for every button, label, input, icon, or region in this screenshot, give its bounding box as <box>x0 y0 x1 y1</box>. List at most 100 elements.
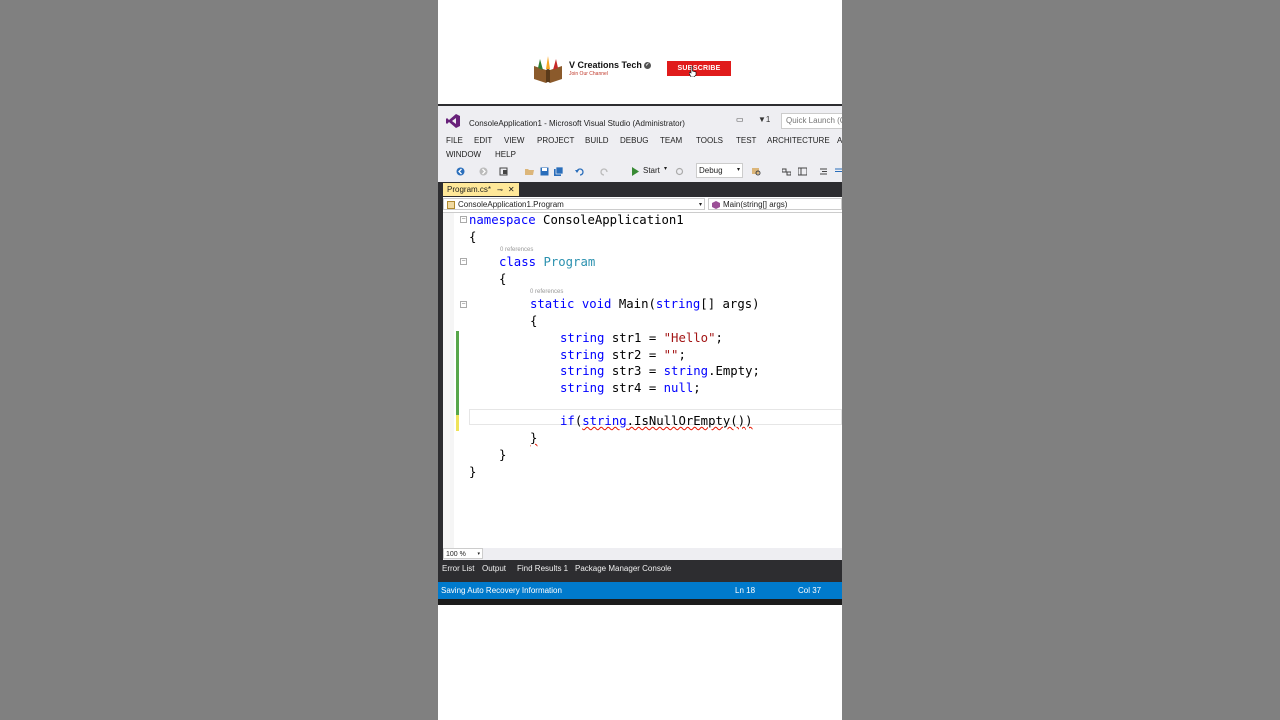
comment-out-icon[interactable] <box>819 167 828 176</box>
code-text[interactable]: namespace ConsoleApplication1 { 0 refere… <box>469 213 842 548</box>
status-bar: Saving Auto Recovery Information Ln 18 C… <box>438 582 842 599</box>
start-button[interactable]: Start <box>643 166 660 175</box>
menu-file[interactable]: FILE <box>446 136 463 145</box>
start-debugging-icon[interactable] <box>631 167 640 176</box>
code-editor[interactable]: − − − namespace ConsoleApplication1 { 0 … <box>443 213 842 548</box>
menu-help[interactable]: HELP <box>495 150 516 159</box>
keyword: string <box>560 348 605 362</box>
keyword: string <box>663 364 709 378</box>
configuration-value: Debug <box>699 166 723 175</box>
string-literal: "Hello" <box>663 331 716 345</box>
menu-test[interactable]: TEST <box>736 136 756 145</box>
back-icon[interactable] <box>456 167 465 176</box>
redo-icon[interactable] <box>600 167 609 176</box>
tab-find-results[interactable]: Find Results 1 <box>517 564 568 573</box>
quick-launch-input[interactable]: Quick Launch (Ctrl+Q) <box>781 113 842 129</box>
punctuation: ; <box>693 381 701 395</box>
code-line: { <box>499 272 507 286</box>
notifications-icon[interactable]: ▭ <box>736 115 744 124</box>
identifier: str2 = <box>604 348 664 362</box>
keyword: string <box>655 297 701 311</box>
start-dropdown-icon[interactable]: ▾ <box>664 165 667 172</box>
code-line: string str3 = string.Empty; <box>560 364 760 378</box>
new-project-icon[interactable] <box>499 167 508 176</box>
navigation-bar: ConsoleApplication1.Program ▾ Main(strin… <box>443 197 842 213</box>
channel-name: V Creations Tech ✓ <box>569 60 651 70</box>
chevron-down-icon: ▾ <box>736 167 740 173</box>
subscribe-button[interactable]: SUBSCRIBE <box>667 61 731 76</box>
identifier: str3 = <box>604 364 664 378</box>
tab-program-cs[interactable]: Program.cs* ⊸ ✕ <box>443 183 519 196</box>
feedback-filter[interactable]: ▼1 <box>758 115 770 124</box>
menu-window[interactable]: WINDOW <box>446 150 481 159</box>
menu-architecture[interactable]: ARCHITECTURE <box>767 136 830 145</box>
menu-build[interactable]: BUILD <box>585 136 609 145</box>
editor-zoom-bar: 100 % ▾ <box>443 548 842 560</box>
menu-debug[interactable]: DEBUG <box>620 136 648 145</box>
member-access: .Empty; <box>708 364 760 378</box>
keyword: namespace <box>469 213 536 227</box>
code-line: { <box>530 314 538 328</box>
tab-label: Program.cs* <box>447 185 492 194</box>
tab-error-list[interactable]: Error List <box>442 564 474 573</box>
error-squiggle: } <box>530 431 538 445</box>
keyword: string <box>560 381 605 395</box>
video-frame: V Creations Tech ✓ Join Our Channel SUBSC… <box>438 0 842 720</box>
tab-package-manager-console[interactable]: Package Manager Console <box>575 564 672 573</box>
code-line: { <box>469 230 477 244</box>
visual-studio-window: ConsoleApplication1 - Microsoft Visual S… <box>438 104 842 605</box>
type-value: ConsoleApplication1.Program <box>458 200 564 209</box>
menu-analyze[interactable]: A <box>837 136 842 145</box>
keyword: string <box>582 414 627 428</box>
saved-changes-marker <box>456 331 459 415</box>
zoom-value: 100 % <box>446 551 466 558</box>
close-icon[interactable]: ✕ <box>508 185 515 194</box>
tab-output[interactable]: Output <box>482 564 506 573</box>
uncomment-icon[interactable] <box>834 167 842 176</box>
identifier: str1 = <box>604 331 664 345</box>
menu-edit[interactable]: EDIT <box>474 136 492 145</box>
save-icon[interactable] <box>540 167 549 176</box>
keyword: class <box>499 255 537 269</box>
pin-icon[interactable]: ⊸ <box>497 187 503 194</box>
keyword: static <box>530 297 575 311</box>
filter-icon: ▼ <box>758 115 766 124</box>
keyword: string <box>560 364 605 378</box>
properties-icon[interactable] <box>798 167 807 176</box>
visual-studio-logo-icon <box>446 114 460 128</box>
undo-icon[interactable] <box>575 167 584 176</box>
method-icon <box>712 201 720 209</box>
collapse-namespace-icon[interactable]: − <box>460 216 467 223</box>
solution-configuration-select[interactable]: Debug ▾ <box>696 163 743 178</box>
collapse-method-icon[interactable]: − <box>460 301 467 308</box>
forward-icon[interactable] <box>479 167 488 176</box>
refresh-icon[interactable] <box>675 167 684 176</box>
member-dropdown[interactable]: Main(string[] args) <box>708 198 842 210</box>
menu-project[interactable]: PROJECT <box>537 136 574 145</box>
filter-count: 1 <box>765 115 771 124</box>
member-value: Main(string[] args) <box>723 200 788 209</box>
open-file-icon[interactable] <box>525 167 534 176</box>
channel-tagline: Join Our Channel <box>569 71 608 77</box>
indicator-margin <box>443 213 454 548</box>
zoom-select[interactable]: 100 % ▾ <box>443 548 483 559</box>
collapse-class-icon[interactable]: − <box>460 258 467 265</box>
find-icon[interactable] <box>752 167 761 176</box>
chevron-down-icon: ▾ <box>477 551 480 557</box>
menu-team[interactable]: TEAM <box>660 136 682 145</box>
window-chrome: ConsoleApplication1 - Microsoft Visual S… <box>438 106 842 188</box>
menu-view[interactable]: VIEW <box>504 136 524 145</box>
codelens-references[interactable]: 0 references <box>530 289 563 295</box>
status-message: Saving Auto Recovery Information <box>441 586 562 595</box>
type-dropdown[interactable]: ConsoleApplication1.Program ▾ <box>443 198 705 210</box>
hand-cursor-icon <box>689 66 697 77</box>
menu-tools[interactable]: TOOLS <box>696 136 723 145</box>
punctuation: ; <box>678 348 686 362</box>
title-bar: ConsoleApplication1 - Microsoft Visual S… <box>438 106 842 134</box>
code-line: namespace ConsoleApplication1 <box>469 213 684 227</box>
save-all-icon[interactable] <box>554 167 563 176</box>
codelens-references[interactable]: 0 references <box>500 247 533 253</box>
code-line: if(string.IsNullOrEmpty()) <box>560 414 753 428</box>
error-squiggle: ) <box>745 414 753 428</box>
solution-explorer-icon[interactable] <box>782 167 791 176</box>
